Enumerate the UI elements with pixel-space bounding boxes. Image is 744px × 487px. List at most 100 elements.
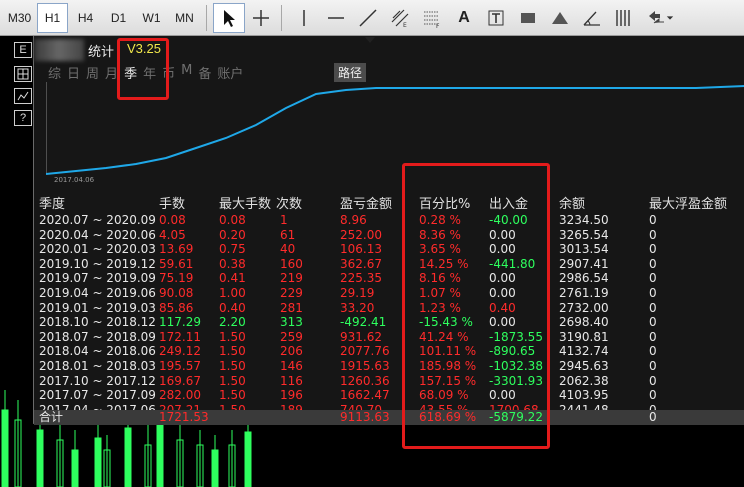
vertical-line-icon: [303, 9, 305, 26]
timeframe-mn[interactable]: MN: [169, 3, 200, 33]
tab-account[interactable]: 账户: [217, 63, 243, 82]
cell-balance: 3013.54: [559, 242, 609, 257]
cell-max-lots: 0.40: [219, 300, 246, 315]
text-tool-icon: A: [458, 8, 470, 26]
table-row: 2019.04 ~ 2019.06 90.08 1.00 229 29.19 1.07 %…: [34, 286, 744, 301]
cell-pnl: 2077.76: [340, 344, 390, 359]
cell-max-float: 0: [649, 359, 657, 373]
cell-max-lots: 0.08: [219, 213, 246, 227]
toolbar: M30 H1 H4 D1 W1 MN E F A: [0, 0, 744, 36]
tab-notes[interactable]: 备: [198, 63, 211, 82]
cell-pnl: 1662.47: [340, 388, 390, 403]
cell-max-lots: 1.50: [219, 329, 246, 344]
table-row: 2019.10 ~ 2019.12 59.61 0.38 160 362.67 14.25…: [34, 257, 744, 272]
horizontal-line-icon: [328, 16, 344, 19]
trendline-tool[interactable]: [352, 3, 384, 33]
cell-max-lots: 1.50: [219, 373, 246, 388]
cell-count: 281: [280, 300, 303, 315]
text-tool[interactable]: A: [448, 3, 480, 33]
cell-balance: 4103.95: [559, 388, 609, 403]
gann-grid-tool[interactable]: [608, 3, 640, 33]
table-row: 2018.04 ~ 2018.06 249.12 1.50 206 2077.76 101…: [34, 344, 744, 359]
total-lots: 1721.53: [159, 410, 209, 424]
cell-lots: 282.00: [159, 388, 201, 403]
svg-text:E: E: [403, 22, 407, 28]
cell-count: 229: [280, 286, 303, 300]
header-max-lots: 最大手数: [219, 197, 272, 212]
timeframe-h4[interactable]: H4: [70, 3, 101, 33]
table-row: 2018.01 ~ 2018.03 195.57 1.50 146 1915.63 185…: [34, 359, 744, 374]
cell-lots: 169.67: [159, 373, 201, 388]
timeframe-w1[interactable]: W1: [136, 3, 167, 33]
fibonacci-icon: F: [424, 11, 440, 28]
cell-period: 2019.10 ~ 2019.12: [39, 256, 156, 271]
left-button-grid[interactable]: [14, 66, 32, 82]
left-button-help[interactable]: ?: [14, 110, 32, 126]
channel-tool[interactable]: E: [384, 3, 416, 33]
tab-overall[interactable]: 综: [48, 63, 61, 82]
cell-period: 2018.04 ~ 2018.06: [39, 344, 156, 359]
left-button-chart[interactable]: [14, 88, 32, 104]
angle-tool[interactable]: [576, 3, 608, 33]
table-row: 2020.07 ~ 2020.09 0.08 0.08 1 8.96 0.28 % -40.…: [34, 213, 744, 228]
text-label-tool[interactable]: [480, 3, 512, 33]
cell-max-lots: 1.00: [219, 286, 246, 300]
cell-count: 160: [280, 256, 303, 271]
cell-max-float: 0: [649, 373, 657, 388]
fibonacci-tool[interactable]: F: [416, 3, 448, 33]
timeframe-d1[interactable]: D1: [103, 3, 134, 33]
cell-pnl: 106.13: [340, 242, 382, 257]
triangle-tool[interactable]: [544, 3, 576, 33]
angle-icon: [583, 11, 600, 26]
cell-period: 2018.07 ~ 2018.09: [39, 329, 156, 344]
total-pnl: 9113.63: [340, 410, 390, 424]
cell-pnl: 33.20: [340, 300, 375, 315]
table-row: 2017.07 ~ 2017.09 282.00 1.50 196 1662.47 68.…: [34, 388, 744, 403]
left-button-e[interactable]: E: [14, 42, 32, 58]
timeframe-h1[interactable]: H1: [37, 2, 68, 33]
svg-text:F: F: [436, 23, 440, 28]
toolbar-separator: [206, 4, 207, 31]
cell-period: 2020.01 ~ 2020.03: [39, 242, 156, 257]
table-row: 2019.07 ~ 2019.09 75.19 0.41 219 225.35 8.16 …: [34, 271, 744, 286]
cell-count: 259: [280, 329, 303, 344]
tab-week[interactable]: 周: [86, 63, 99, 82]
route-button[interactable]: 路径: [334, 63, 367, 82]
cell-lots: 75.19: [159, 271, 194, 286]
tab-day[interactable]: 日: [67, 63, 80, 82]
header-balance: 余额: [559, 197, 586, 212]
cell-count: 116: [280, 373, 303, 388]
cell-balance: 2945.63: [559, 359, 609, 373]
crosshair-tool[interactable]: [245, 3, 277, 33]
horizontal-line-tool[interactable]: [320, 3, 352, 33]
cell-pnl: -492.41: [340, 315, 387, 330]
cell-balance: 2907.41: [559, 256, 609, 271]
rectangle-tool[interactable]: [512, 3, 544, 33]
tab-m[interactable]: M: [181, 63, 192, 82]
arrows-dropdown-tool[interactable]: [640, 3, 680, 33]
channel-icon: E: [391, 9, 409, 28]
cell-period: 2019.01 ~ 2019.03: [39, 300, 156, 315]
header-count: 次数: [276, 197, 303, 212]
timeframe-m30[interactable]: M30: [4, 3, 35, 33]
cell-balance: 2986.54: [559, 271, 609, 286]
table-row: 2018.07 ~ 2018.09 172.11 1.50 259 931.62 41.2…: [34, 330, 744, 345]
chevron-down-icon: [666, 15, 674, 20]
highlight-version-quarter: [117, 38, 169, 100]
crosshair-icon: [253, 9, 269, 26]
cell-pnl: 931.62: [340, 329, 382, 344]
cell-pnl: 1915.63: [340, 359, 390, 373]
cell-period: 2018.10 ~ 2018.12: [39, 315, 156, 330]
cell-period: 2020.04 ~ 2020.06: [39, 227, 156, 242]
cursor-tool[interactable]: [213, 2, 245, 33]
cell-max-float: 0: [649, 286, 657, 300]
curve-start-label: 2017.04.06: [54, 176, 95, 184]
cell-max-float: 0: [649, 271, 657, 286]
grid-icon: [17, 68, 29, 80]
vertical-line-tool[interactable]: [288, 3, 320, 33]
cell-max-float: 0: [649, 329, 657, 344]
cell-period: 2019.04 ~ 2019.06: [39, 286, 156, 300]
header-period: 季度: [39, 197, 66, 212]
cell-lots: 90.08: [159, 286, 194, 300]
total-label: 合计: [39, 410, 64, 424]
